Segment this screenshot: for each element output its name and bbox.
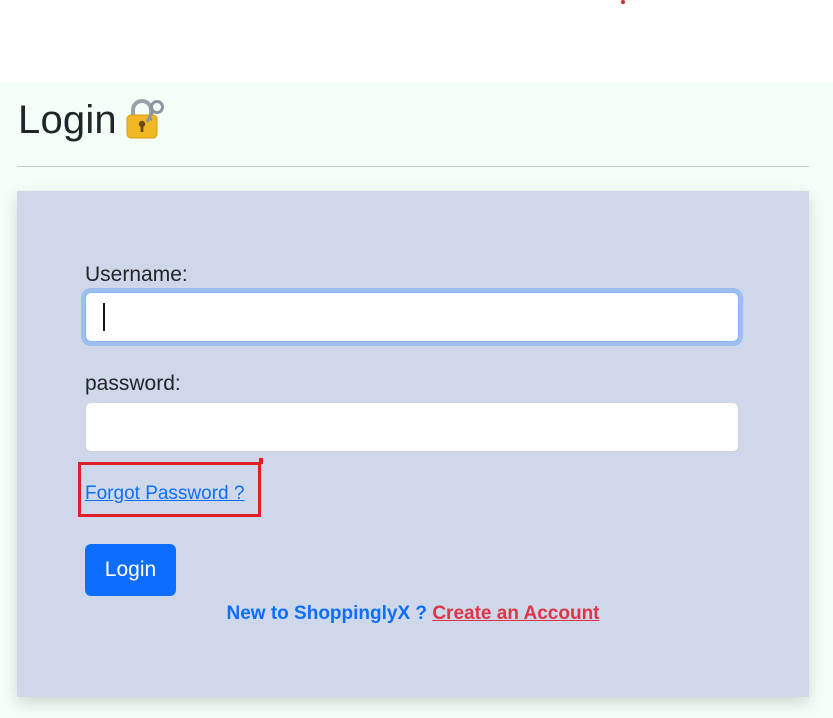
annotation-tick-mark — [259, 458, 263, 464]
heading-row: Login — [18, 98, 165, 143]
create-account-link[interactable]: Create an Account — [432, 603, 599, 624]
top-strip — [0, 0, 833, 82]
red-dot-marker — [621, 0, 625, 4]
login-button[interactable]: Login — [85, 544, 176, 596]
forgot-password-link[interactable]: Forgot Password ? — [85, 483, 244, 505]
signup-row: New to ShoppinglyX ? Create an Account — [17, 603, 809, 625]
text-cursor — [103, 303, 105, 331]
page-title: Login — [18, 98, 117, 142]
password-label: password: — [85, 372, 181, 395]
signup-prompt: New to ShoppinglyX ? — [226, 603, 428, 624]
locked-with-key-icon — [125, 98, 165, 140]
title-divider — [17, 166, 809, 167]
password-input[interactable] — [85, 402, 739, 452]
username-label: Username: — [85, 263, 188, 286]
login-card: Username: password: Forgot Password ? Lo… — [17, 191, 809, 697]
username-input[interactable] — [85, 292, 739, 342]
